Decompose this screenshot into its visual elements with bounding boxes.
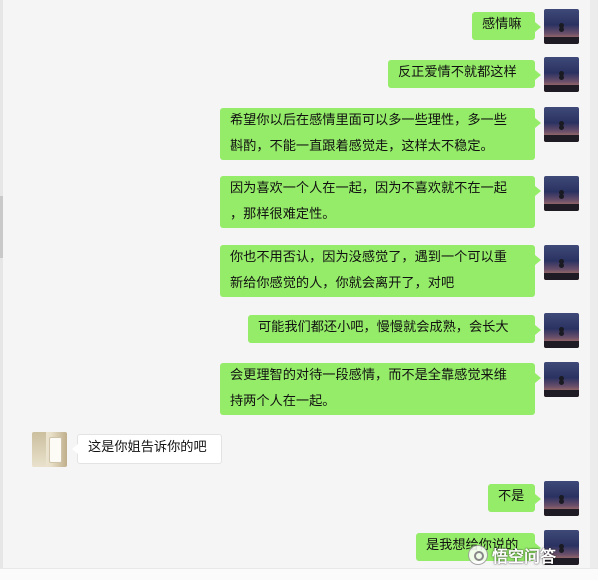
message-bubble-sent[interactable]: 希望你以后在感情里面可以多一些理性，多一些 斟酌，不能一直跟着感觉走，这样太不稳… — [220, 108, 541, 160]
message-bubble-sent[interactable]: 反正爱情不就都这样 — [388, 60, 541, 88]
message-bubble-sent[interactable]: 感情嘛 — [472, 12, 541, 40]
message-text-line: 持两个人在一起。 — [230, 394, 336, 409]
message-text: 感情嘛 — [482, 17, 522, 32]
friend-avatar[interactable] — [32, 432, 67, 467]
message-text-line: 因为喜欢一个人在一起，因为不喜欢就不在一起 — [230, 181, 507, 196]
message-text: 可能我们都还小吧，慢慢就会成熟，会长大 — [258, 320, 509, 335]
message-text-line: 希望你以后在感情里面可以多一些理性，多一些 — [230, 113, 507, 128]
message-text-line: 你也不用否认，因为没感觉了，遇到一个可以重 — [230, 250, 507, 265]
message-text: 这是你姐告诉你的吧 — [88, 440, 207, 455]
my-avatar[interactable] — [544, 362, 579, 397]
message-bubble-sent[interactable]: 会更理智的对待一段感情，而不是全靠感觉来维 持两个人在一起。 — [220, 363, 541, 415]
message-text-line: 新给你感觉的人，你就会离开了，对吧 — [230, 276, 455, 291]
wukong-logo-icon — [468, 545, 488, 565]
input-area-edge — [0, 568, 598, 580]
window-left-edge — [0, 0, 3, 579]
message-bubble-sent[interactable]: 因为喜欢一个人在一起，因为不喜欢就不在一起 ，那样很难定性。 — [220, 176, 541, 228]
message-text-line: 斟酌，不能一直跟着感觉走，这样太不稳定。 — [230, 139, 494, 154]
message-text-line: ，那样很难定性。 — [230, 207, 336, 222]
my-avatar[interactable] — [544, 107, 579, 142]
message-bubble-sent[interactable]: 你也不用否认，因为没感觉了，遇到一个可以重 新给你感觉的人，你就会离开了，对吧 — [220, 245, 541, 297]
my-avatar[interactable] — [544, 245, 579, 280]
message-text: 反正爱情不就都这样 — [398, 65, 517, 80]
watermark-text: 悟空问答 — [492, 547, 557, 566]
watermark: 悟空问答 — [468, 543, 556, 567]
message-bubble-sent[interactable]: 可能我们都还小吧，慢慢就会成熟，会长大 — [248, 315, 541, 343]
message-text-line: 会更理智的对待一段感情，而不是全靠感觉来维 — [230, 368, 507, 383]
scrollbar-track[interactable] — [590, 0, 598, 579]
my-avatar[interactable] — [544, 481, 579, 516]
message-bubble-sent[interactable]: 不是 — [488, 484, 541, 512]
my-avatar[interactable] — [544, 57, 579, 92]
my-avatar[interactable] — [544, 176, 579, 211]
message-bubble-received[interactable]: 这是你姐告诉你的吧 — [72, 434, 222, 464]
message-text: 不是 — [498, 489, 525, 504]
my-avatar[interactable] — [544, 9, 579, 44]
my-avatar[interactable] — [544, 313, 579, 348]
side-scroll-tab[interactable] — [0, 196, 3, 258]
